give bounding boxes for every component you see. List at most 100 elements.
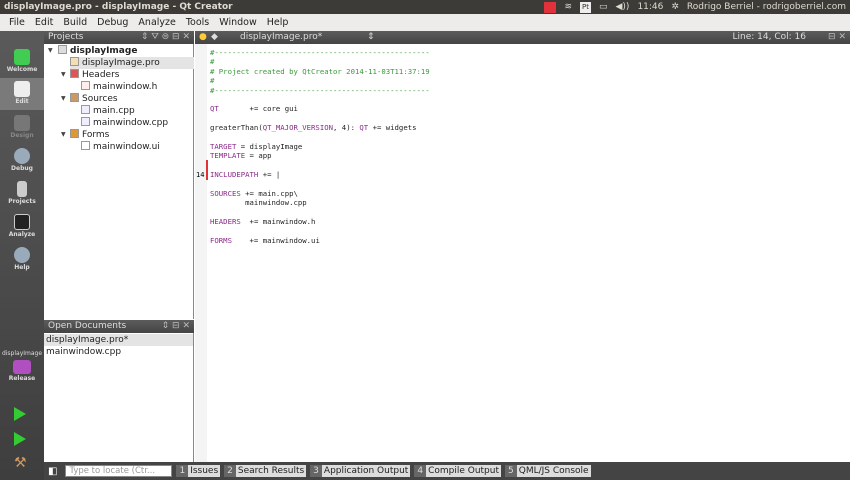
menu-debug[interactable]: Debug [92, 17, 133, 28]
mode-help[interactable]: Help [0, 244, 44, 276]
monitor-icon [13, 360, 31, 374]
run-icon[interactable] [14, 407, 26, 421]
label: mainwindow.ui [93, 142, 160, 152]
toggle-sidebar-icon[interactable]: ◧ [48, 466, 57, 477]
folder-icon [70, 69, 79, 78]
mode-welcome[interactable]: Welcome [0, 46, 44, 78]
ui-file-icon [81, 141, 90, 150]
code-line: HEADERS += mainwindow.h [210, 217, 316, 226]
panel-tools[interactable]: ⇕ ⛛ ⊜ ⊟ ✕ [141, 31, 190, 44]
folder-icon [70, 93, 79, 102]
menu-help[interactable]: Help [262, 17, 294, 28]
code-line: FORMS += mainwindow.ui [210, 236, 320, 245]
cpp-file-icon [81, 105, 90, 114]
battery-icon[interactable]: ▭ [599, 0, 608, 14]
menu-tools[interactable]: Tools [181, 17, 214, 28]
tree-project-root[interactable]: displayImage [58, 45, 137, 57]
status-bar: ◧ Type to locate (Ctr... 1 Issues 2 Search… [44, 462, 850, 480]
pt-indicator[interactable]: Pt [580, 1, 591, 13]
kit-config: Release [8, 375, 36, 382]
cpp-file-icon [81, 117, 90, 126]
kit-selector[interactable]: displayImage Release [0, 350, 44, 410]
wifi-icon[interactable]: ≋ [564, 0, 572, 14]
folder-icon [70, 129, 79, 138]
locator-input[interactable]: Type to locate (Ctr... [65, 465, 173, 477]
tree-folder-forms[interactable]: Forms [70, 129, 109, 141]
label: mainwindow.h [93, 82, 158, 92]
tree-item-source[interactable]: mainwindow.cpp [81, 117, 168, 129]
clock[interactable]: 11:46 [637, 0, 663, 14]
menu-file[interactable]: File [4, 17, 30, 28]
code-line: #---------------------------------------… [210, 48, 430, 57]
editor-file-selector[interactable]: displayImage.pro* [240, 31, 322, 44]
mode-debug[interactable]: Debug [0, 145, 44, 177]
menu-analyze[interactable]: Analyze [133, 17, 180, 28]
tree-item-pro[interactable]: displayImage.pro [70, 57, 194, 69]
kit-project: displayImage [1, 350, 43, 357]
back-icon[interactable]: ● [199, 31, 207, 44]
mode-edit[interactable]: Edit [0, 78, 44, 110]
tree-folder-sources[interactable]: Sources [70, 93, 118, 105]
file-dropdown-icon[interactable]: ⇕ [367, 31, 375, 44]
open-documents-list: displayImage.pro* mainwindow.cpp [44, 333, 194, 462]
label: Headers [82, 70, 120, 80]
code-line: # [210, 76, 215, 85]
label: displayImage [70, 46, 138, 56]
code-editor[interactable]: 14 #------------------------------------… [195, 44, 850, 462]
mode-label: Help [14, 264, 30, 271]
record-icon[interactable] [544, 1, 557, 13]
editor-toolbar: ● ◆ displayImage.pro* ⇕ Line: 14, Col: 1… [195, 31, 850, 44]
output-tab-search-results[interactable]: 2 Search Results [224, 465, 307, 477]
menu-build[interactable]: Build [58, 17, 92, 28]
window-title: displayImage.pro - displayImage - Qt Cre… [4, 2, 233, 12]
design-icon [14, 115, 30, 131]
debug-run-icon[interactable] [14, 432, 26, 446]
line-gutter [195, 44, 207, 462]
label: main.cpp [93, 106, 135, 116]
output-tab-issues[interactable]: 1 Issues [176, 465, 221, 477]
output-tab-application-output[interactable]: 3 Application Output [310, 465, 411, 477]
menu-window[interactable]: Window [214, 17, 261, 28]
mode-label: Analyze [8, 231, 36, 238]
output-tab-compile-output[interactable]: 4 Compile Output [414, 465, 501, 477]
open-document[interactable]: mainwindow.cpp [44, 346, 121, 358]
code-line: # [210, 57, 215, 66]
output-tab-qml-console[interactable]: 5 QML/JS Console [505, 465, 591, 477]
tree-folder-headers[interactable]: Headers [70, 69, 119, 81]
projects-icon [17, 181, 27, 197]
analyze-icon [14, 214, 30, 230]
debug-icon [14, 148, 30, 164]
open-document[interactable]: displayImage.pro* [44, 334, 193, 346]
tree-item-source[interactable]: main.cpp [81, 105, 135, 117]
label: mainwindow.cpp [93, 118, 169, 128]
tree-item-form[interactable]: mainwindow.ui [81, 141, 160, 153]
mode-label: Edit [15, 98, 29, 105]
mode-projects[interactable]: Projects [0, 178, 44, 210]
build-hammer-icon[interactable]: ⚒ [14, 455, 27, 471]
forward-icon[interactable]: ◆ [211, 31, 218, 44]
code-line: #---------------------------------------… [210, 86, 430, 95]
menu-edit[interactable]: Edit [30, 17, 58, 28]
label: Forms [82, 130, 110, 140]
mode-label: Design [10, 132, 34, 139]
cursor-position: Line: 14, Col: 16 [732, 32, 806, 42]
code-line: # Project created by QtCreator 2014-11-0… [210, 67, 430, 76]
volume-icon[interactable]: ◀)) [615, 0, 629, 14]
mode-design[interactable]: Design [0, 112, 44, 144]
project-icon [58, 45, 67, 54]
mode-label: Debug [11, 165, 33, 172]
panel-tools[interactable]: ⇕ ⊟ ✕ [162, 320, 190, 333]
user-name[interactable]: Rodrigo Berriel - rodrigoberriel.com [687, 0, 846, 14]
qt-logo-icon [14, 49, 30, 65]
split-close-icons[interactable]: ⊟ ✕ [828, 31, 846, 44]
panel-title: Open Documents [48, 321, 127, 331]
change-marker [206, 160, 208, 180]
label: Sources [82, 94, 118, 104]
edit-icon [14, 81, 30, 97]
header-file-icon [81, 81, 90, 90]
projects-header: Projects ⇕ ⛛ ⊜ ⊟ ✕ [44, 31, 194, 44]
mode-analyze[interactable]: Analyze [0, 211, 44, 243]
mode-label: Welcome [6, 66, 38, 73]
gear-icon[interactable]: ✲ [671, 0, 679, 14]
tree-item-header[interactable]: mainwindow.h [81, 81, 157, 93]
